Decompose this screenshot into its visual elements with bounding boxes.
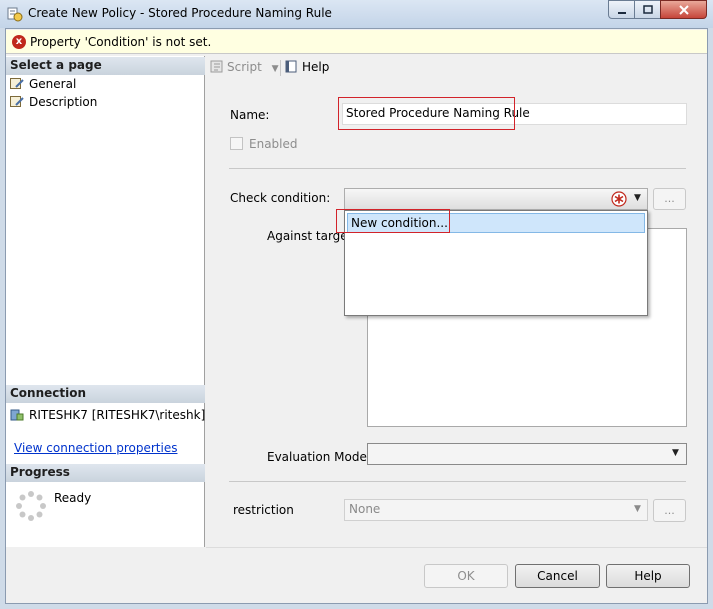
nav-item-general-label: General xyxy=(29,77,77,91)
chevron-down-icon: ▼ xyxy=(634,504,641,514)
help-toolbar-label: Help xyxy=(302,60,330,74)
page-icon xyxy=(10,78,24,90)
view-connection-properties-link[interactable]: View connection properties xyxy=(14,441,177,459)
progress-spinner-icon xyxy=(15,490,47,522)
new-condition-highlight-box xyxy=(336,209,450,233)
cancel-button[interactable]: Cancel xyxy=(515,564,600,588)
error-message: Property 'Condition' is not set. xyxy=(30,35,212,49)
policy-app-icon xyxy=(7,6,23,22)
nav-item-general[interactable]: General xyxy=(10,77,76,95)
restriction-label: restriction xyxy=(233,503,294,517)
script-icon xyxy=(210,60,224,73)
window-title: Create New Policy - Stored Procedure Nam… xyxy=(28,6,332,20)
evaluation-mode-label: Evaluation Mode: xyxy=(267,450,371,464)
chevron-down-icon: ▼ xyxy=(271,64,279,74)
page-icon xyxy=(10,96,24,108)
title-bar: Create New Policy - Stored Procedure Nam… xyxy=(0,0,713,28)
name-label: Name: xyxy=(230,108,270,122)
required-error-icon xyxy=(611,191,627,207)
connection-header: Connection xyxy=(6,385,205,403)
divider xyxy=(206,547,707,548)
chevron-down-icon: ▼ xyxy=(672,448,679,458)
error-bar: x Property 'Condition' is not set. xyxy=(6,30,707,54)
help-icon xyxy=(285,60,299,73)
minimize-button[interactable] xyxy=(608,0,635,19)
left-panel: Select a page General Description Connec… xyxy=(6,56,205,547)
script-label: Script xyxy=(227,60,262,74)
maximize-button[interactable] xyxy=(634,0,661,19)
ok-button[interactable]: OK xyxy=(424,564,508,588)
toolbar-separator xyxy=(280,60,281,76)
restriction-combo[interactable]: None ▼ xyxy=(344,499,648,521)
select-page-header: Select a page xyxy=(6,57,205,75)
check-condition-browse-button[interactable]: ... xyxy=(653,188,686,210)
error-icon: x xyxy=(12,35,26,49)
nav-item-description[interactable]: Description xyxy=(10,95,97,113)
nav-item-description-label: Description xyxy=(29,95,98,109)
divider xyxy=(229,168,686,169)
check-condition-label: Check condition: xyxy=(230,191,331,205)
close-button[interactable] xyxy=(660,0,707,19)
connection-item: RITESHK7 [RITESHK7\riteshk] xyxy=(10,408,205,426)
name-highlight-box xyxy=(338,97,515,130)
chevron-down-icon: ▼ xyxy=(634,193,641,203)
restriction-browse-button[interactable]: ... xyxy=(653,499,686,522)
progress-header: Progress xyxy=(6,464,205,482)
server-icon xyxy=(10,409,24,421)
evaluation-mode-combo[interactable]: ▼ xyxy=(367,443,687,465)
enabled-checkbox[interactable] xyxy=(230,137,243,150)
restriction-value: None xyxy=(349,502,381,516)
toolbar: Script ▼ Help xyxy=(206,56,707,80)
help-button[interactable]: Help xyxy=(606,564,690,588)
connection-value: RITESHK7 [RITESHK7\riteshk] xyxy=(29,408,206,422)
script-button[interactable]: Script ▼ xyxy=(210,60,279,74)
enabled-label: Enabled xyxy=(249,137,298,151)
divider xyxy=(229,481,686,482)
progress-status: Ready xyxy=(54,491,92,505)
check-condition-combo[interactable]: ▼ xyxy=(344,188,648,210)
help-toolbar-button[interactable]: Help xyxy=(285,60,329,74)
